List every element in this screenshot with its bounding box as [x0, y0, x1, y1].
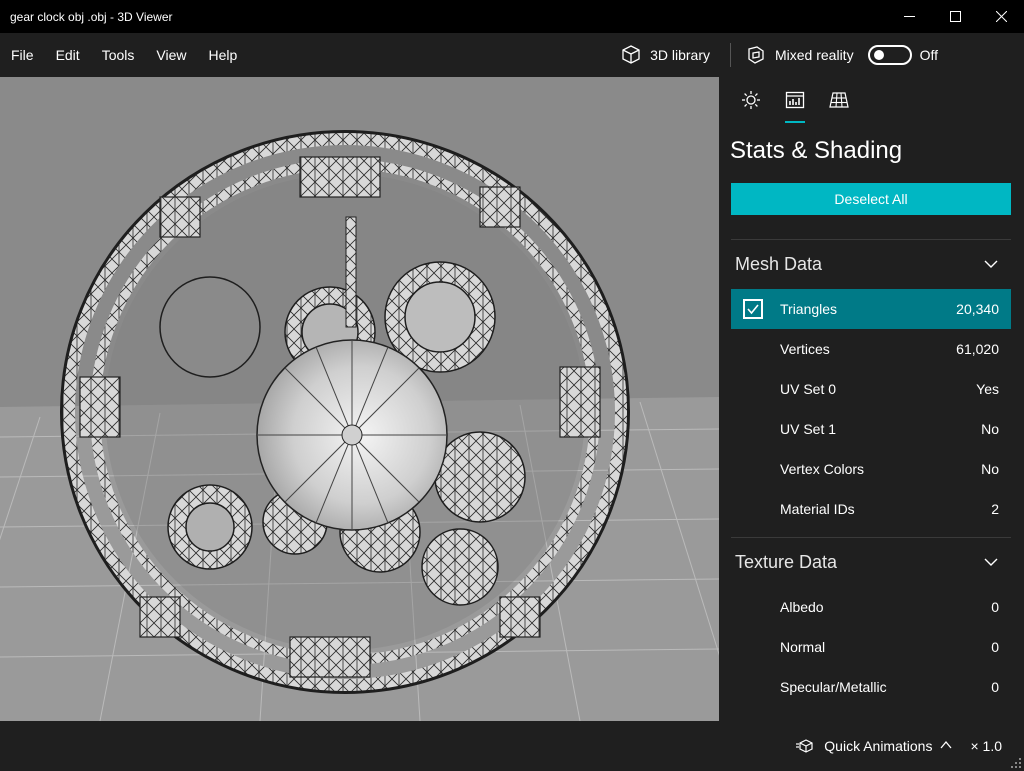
menu-divider	[729, 43, 731, 67]
menu-view[interactable]: View	[145, 33, 197, 77]
chevron-up-icon	[940, 740, 952, 749]
row-value: 0	[991, 639, 999, 655]
quick-animations-button[interactable]: Quick Animations	[796, 738, 952, 754]
cube-icon	[622, 45, 640, 64]
row-normal[interactable]: Normal 0	[731, 627, 1011, 667]
row-label: Specular/Metallic	[780, 679, 887, 695]
menu-edit[interactable]: Edit	[45, 33, 91, 77]
grid-icon	[829, 92, 849, 108]
row-value: 20,340	[956, 301, 999, 317]
row-albedo[interactable]: Albedo 0	[731, 587, 1011, 627]
maximize-button[interactable]	[932, 0, 978, 33]
row-vertices[interactable]: Vertices 61,020	[731, 329, 1011, 369]
quick-animations-label: Quick Animations	[824, 738, 933, 754]
row-triangles[interactable]: Triangles 20,340	[731, 289, 1011, 329]
texture-data-header[interactable]: Texture Data	[731, 540, 1011, 584]
menu-help[interactable]: Help	[197, 33, 248, 77]
menu-bar: File Edit Tools View Help 3D library Mix…	[0, 33, 1024, 77]
gear-clock-model	[0, 77, 719, 721]
row-label: Vertex Colors	[780, 461, 865, 477]
stats-panel: Stats & Shading Deselect All Mesh Data T…	[719, 77, 1024, 721]
deselect-all-button[interactable]: Deselect All	[731, 183, 1011, 215]
tab-grid[interactable]	[817, 77, 861, 123]
status-bar: Quick Animations × 1.0	[0, 721, 1024, 771]
toggle-knob	[873, 50, 884, 60]
row-value: Yes	[976, 381, 999, 397]
mixed-reality-toggle[interactable]	[867, 45, 912, 65]
row-label: Normal	[780, 639, 826, 655]
row-value: 61,020	[956, 341, 999, 357]
3d-viewport[interactable]	[0, 77, 719, 721]
section-divider	[731, 239, 1011, 240]
row-label: Material IDs	[780, 501, 855, 517]
section-divider	[731, 537, 1011, 538]
row-value: No	[981, 421, 999, 437]
maximize-icon	[949, 11, 961, 22]
tab-stats[interactable]	[773, 77, 817, 123]
row-label: UV Set 0	[780, 381, 837, 397]
row-label: Triangles	[780, 301, 838, 317]
row-label: Vertices	[780, 341, 830, 357]
tab-lighting[interactable]	[729, 77, 773, 123]
row-value: 0	[991, 599, 999, 615]
animation-icon	[796, 739, 813, 753]
mixed-reality-button[interactable]: Mixed reality	[737, 33, 862, 77]
row-label: Albedo	[780, 599, 824, 615]
stats-icon	[785, 91, 805, 109]
3d-library-label: 3D library	[650, 47, 710, 63]
mesh-data-title: Mesh Data	[735, 253, 823, 274]
panel-title: Stats & Shading	[730, 137, 903, 164]
row-specular-metallic[interactable]: Specular/Metallic 0	[731, 667, 1011, 707]
checkmark-icon	[747, 304, 759, 315]
row-label: UV Set 1	[780, 421, 837, 437]
window-title: gear clock obj .obj - 3D Viewer	[10, 9, 173, 24]
resize-grip-icon[interactable]	[1010, 757, 1022, 769]
row-uv-set-0[interactable]: UV Set 0 Yes	[731, 369, 1011, 409]
mixed-reality-label: Mixed reality	[774, 47, 854, 63]
triangles-checkbox[interactable]	[743, 299, 763, 319]
row-vertex-colors[interactable]: Vertex Colors No	[731, 449, 1011, 489]
row-value: 0	[991, 679, 999, 695]
title-bar: gear clock obj .obj - 3D Viewer	[0, 0, 1024, 33]
panel-tabs	[719, 77, 1024, 123]
chevron-down-icon	[984, 558, 998, 566]
row-value: No	[981, 461, 999, 477]
chevron-up-wrap	[940, 738, 952, 754]
minimize-icon	[903, 16, 915, 17]
mixed-reality-icon	[748, 46, 764, 64]
lighting-icon	[742, 91, 760, 109]
row-value: 2	[991, 501, 999, 517]
minimize-button[interactable]	[886, 0, 932, 33]
close-icon	[995, 11, 1007, 22]
row-uv-set-1[interactable]: UV Set 1 No	[731, 409, 1011, 449]
menu-file[interactable]: File	[0, 33, 45, 77]
menu-tools[interactable]: Tools	[91, 33, 146, 77]
row-material-ids[interactable]: Material IDs 2	[731, 489, 1011, 529]
chevron-down-icon	[984, 260, 998, 268]
close-button[interactable]	[978, 0, 1024, 33]
mesh-data-header[interactable]: Mesh Data	[731, 242, 1011, 286]
animation-speed[interactable]: × 1.0	[970, 738, 1002, 754]
mixed-reality-state: Off	[919, 47, 938, 63]
3d-library-button[interactable]: 3D library	[606, 33, 724, 77]
texture-data-title: Texture Data	[735, 551, 838, 572]
